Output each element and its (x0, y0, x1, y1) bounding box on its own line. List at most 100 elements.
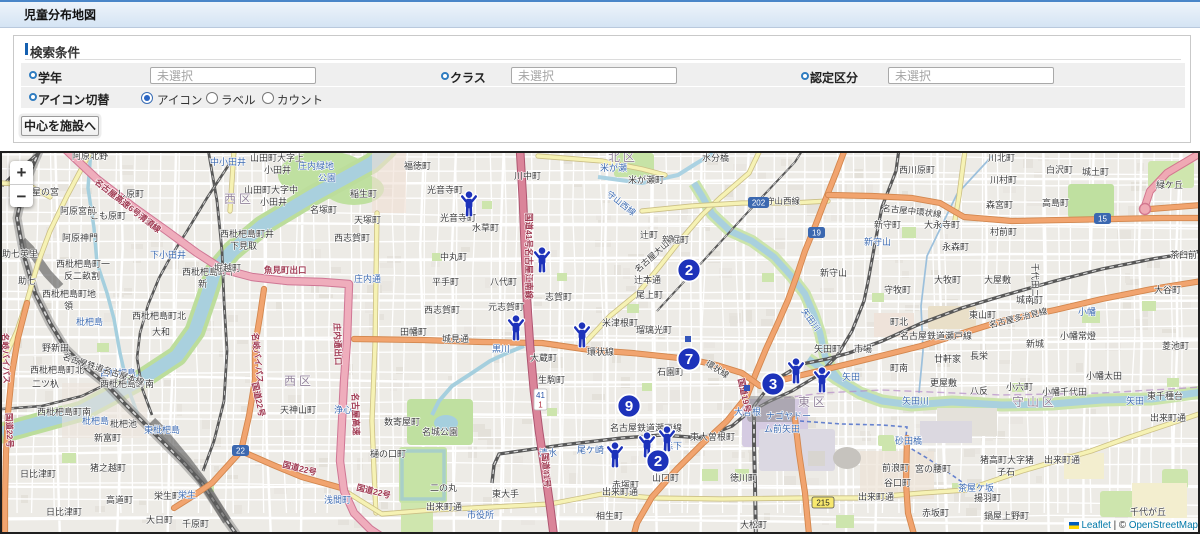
svg-text:矢田川: 矢田川 (902, 395, 929, 406)
svg-text:前浪町: 前浪町 (882, 462, 909, 473)
svg-text:市役所: 市役所 (467, 509, 494, 520)
svg-text:揚羽町: 揚羽町 (974, 492, 1001, 503)
svg-text:山口町: 山口町 (652, 473, 679, 483)
svg-text:稲生町: 稲生町 (350, 188, 377, 199)
svg-text:猪高町大字猪: 猪高町大字猪 (980, 454, 1034, 465)
svg-text:下小田井: 下小田井 (150, 249, 186, 260)
svg-text:東区: 東区 (798, 395, 828, 409)
svg-text:菱池町: 菱池町 (1162, 340, 1189, 351)
svg-text:下見取: 下見取 (230, 241, 257, 251)
svg-text:こも原町: こも原町 (90, 211, 126, 221)
svg-text:1: 1 (538, 401, 543, 410)
svg-text:小六町: 小六町 (1006, 381, 1033, 392)
svg-text:石園町: 石園町 (657, 367, 684, 377)
svg-text:浅間町: 浅間町 (324, 494, 351, 505)
svg-text:新守町: 新守町 (874, 219, 901, 230)
svg-text:枇杷島: 枇杷島 (82, 415, 109, 426)
svg-text:徳川町: 徳川町 (730, 472, 757, 483)
svg-text:枇杷島: 枇杷島 (76, 316, 103, 327)
svg-text:赤坂町: 赤坂町 (922, 508, 949, 518)
svg-text:栄生: 栄生 (178, 489, 196, 500)
svg-text:新守山: 新守山 (864, 236, 891, 247)
svg-text:天神山町: 天神山町 (280, 404, 316, 415)
svg-text:領: 領 (64, 300, 73, 311)
svg-text:星の宮: 星の宮 (32, 186, 59, 197)
svg-text:宮の腰町: 宮の腰町 (915, 463, 951, 474)
svg-text:22: 22 (236, 447, 245, 456)
svg-text:名古屋高速: 名古屋高速 (350, 393, 361, 436)
svg-text:川村町: 川村町 (990, 174, 1017, 185)
svg-text:大永寺町: 大永寺町 (924, 219, 960, 230)
svg-text:中丸町: 中丸町 (440, 251, 467, 262)
svg-text:生駒町: 生駒町 (538, 374, 565, 385)
svg-text:小田井: 小田井 (264, 164, 291, 175)
svg-text:19: 19 (812, 229, 821, 238)
svg-text:東枇杷島: 東枇杷島 (144, 424, 180, 435)
svg-text:日比津町: 日比津町 (20, 468, 56, 479)
svg-text:大蔵町: 大蔵町 (530, 352, 557, 363)
svg-text:廿軒家: 廿軒家 (934, 353, 961, 364)
svg-text:15: 15 (1098, 215, 1107, 224)
svg-text:平手町: 平手町 (432, 276, 459, 287)
svg-text:小幡常燈: 小幡常燈 (1060, 330, 1096, 341)
svg-text:庄内通: 庄内通 (354, 273, 381, 284)
svg-text:永森町: 永森町 (942, 241, 969, 252)
svg-text:八代町: 八代町 (490, 277, 517, 287)
svg-text:出来町通: 出来町通 (426, 501, 462, 512)
svg-text:樋の口町: 樋の口町 (370, 448, 406, 459)
svg-text:数寄屋町: 数寄屋町 (384, 416, 420, 427)
svg-text:7: 7 (685, 351, 693, 368)
svg-text:市場: 市場 (854, 343, 872, 354)
svg-text:守牧町: 守牧町 (884, 284, 911, 295)
svg-text:尾上町: 尾上町 (636, 290, 663, 300)
svg-text:矢田: 矢田 (1126, 395, 1144, 406)
svg-text:202: 202 (752, 199, 766, 208)
svg-text:堀越町: 堀越町 (214, 262, 241, 273)
svg-text:新: 新 (198, 278, 207, 289)
svg-text:国道41号名古屋江南線: 国道41号名古屋江南線 (524, 213, 534, 299)
svg-text:9: 9 (625, 398, 633, 415)
svg-text:新守山: 新守山 (820, 267, 847, 278)
svg-text:城土町: 城土町 (1082, 166, 1109, 177)
svg-text:西志賀町: 西志賀町 (334, 232, 370, 243)
svg-text:高道町: 高道町 (106, 494, 133, 505)
svg-text:庄内通出口: 庄内通出口 (332, 323, 343, 366)
svg-text:2: 2 (685, 262, 693, 279)
svg-text:矢田町: 矢田町 (814, 343, 841, 354)
svg-text:小田井: 小田井 (260, 196, 287, 207)
svg-text:千代が丘: 千代が丘 (1130, 506, 1166, 517)
svg-text:大松町: 大松町 (740, 519, 767, 530)
svg-text:栄生町: 栄生町 (154, 490, 181, 501)
svg-text:中小田井: 中小田井 (210, 156, 246, 167)
svg-text:白沢町: 白沢町 (1046, 164, 1073, 175)
svg-text:黒川: 黒川 (492, 344, 510, 354)
svg-text:守山区: 守山区 (1012, 395, 1057, 409)
svg-text:庄内緑地: 庄内緑地 (298, 160, 334, 171)
svg-text:山田町大字上: 山田町大字上 (250, 153, 304, 163)
svg-text:魚見町出口: 魚見町出口 (264, 265, 307, 275)
svg-text:辻町: 辻町 (640, 229, 658, 240)
svg-text:田幡町: 田幡町 (400, 326, 427, 337)
svg-text:出来町通: 出来町通 (602, 486, 638, 497)
svg-text:小幡太田: 小幡太田 (1086, 370, 1122, 381)
svg-text:元志賀町: 元志賀町 (488, 301, 524, 312)
svg-text:子石: 子石 (997, 467, 1015, 477)
svg-text:米津根町: 米津根町 (602, 317, 638, 328)
svg-text:大牧町: 大牧町 (934, 274, 961, 285)
svg-text:助七: 助七 (18, 275, 36, 286)
svg-text:長栄: 長栄 (970, 350, 988, 361)
svg-text:名岐バイパス: 名岐バイパス (2, 333, 12, 384)
svg-text:守山西線: 守山西線 (766, 196, 801, 206)
svg-text:水草町: 水草町 (472, 222, 499, 233)
svg-text:名古屋鉄道瀬戸線: 名古屋鉄道瀬戸線 (900, 330, 972, 341)
svg-text:41: 41 (536, 391, 545, 400)
svg-text:森宮町: 森宮町 (986, 199, 1013, 210)
svg-text:名城公園: 名城公園 (422, 426, 458, 437)
svg-text:西区: 西区 (284, 374, 314, 388)
svg-text:枇杷池: 枇杷池 (110, 418, 137, 429)
svg-text:水分橋: 水分橋 (702, 153, 729, 163)
svg-text:城見通: 城見通 (442, 334, 469, 344)
svg-text:215: 215 (816, 499, 830, 508)
svg-text:大屋敷: 大屋敷 (984, 274, 1011, 285)
svg-text:西枇杷島町地: 西枇杷島町地 (42, 288, 96, 299)
